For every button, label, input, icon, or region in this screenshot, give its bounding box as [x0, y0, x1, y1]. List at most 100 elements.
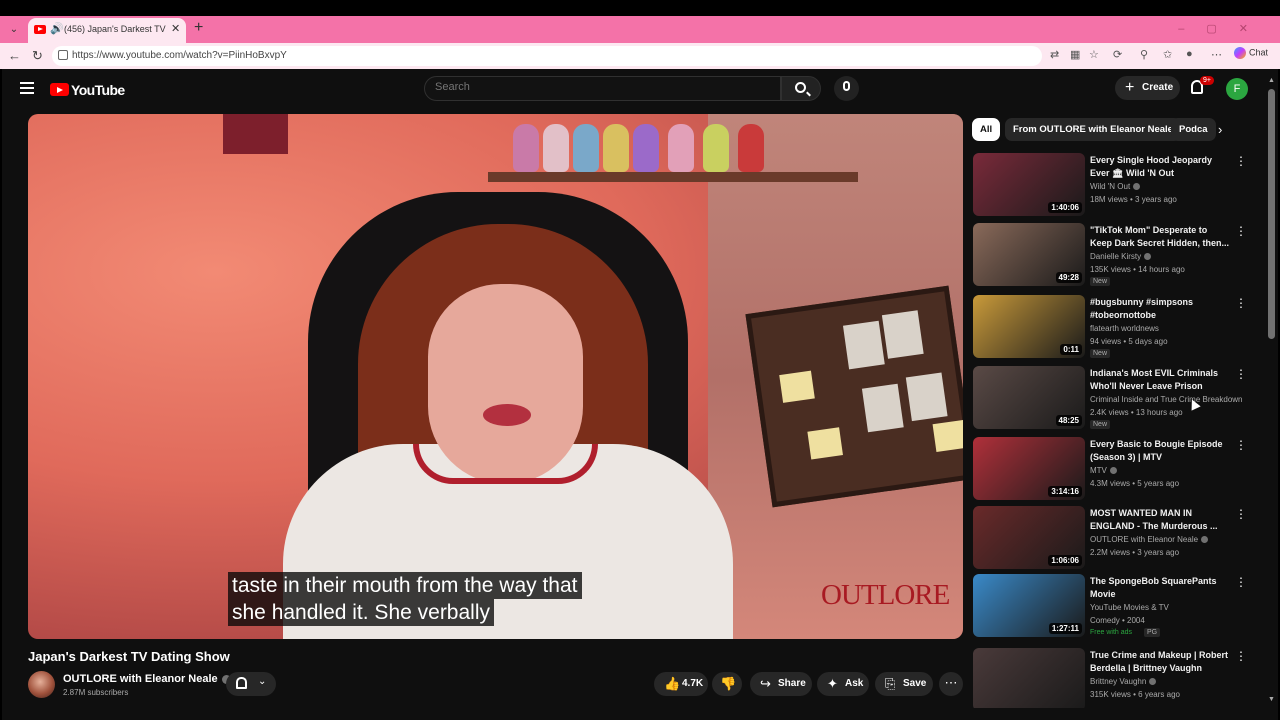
audio-playing-icon[interactable]: 🔊 [50, 22, 64, 35]
recommendation-channel[interactable]: Brittney Vaughn [1090, 677, 1157, 686]
recommendation-item[interactable]: True Crime and Makeup | Robert Berdella … [973, 648, 1248, 708]
voice-search-button[interactable] [834, 76, 859, 101]
recommendation-channel[interactable]: MTV [1090, 466, 1117, 475]
recommendation-item[interactable]: 48:25 Indiana's Most EVIL Criminals Who'l… [973, 366, 1248, 432]
share-button[interactable]: ↪ Share [750, 672, 812, 696]
verified-check-icon [1109, 467, 1117, 475]
back-arrow-icon[interactable]: ← [8, 48, 21, 63]
browser-tab-active[interactable]: 🔊 (456) Japan's Darkest TV Dati ✕ [28, 18, 186, 43]
more-options-icon[interactable]: ⋮ [1235, 576, 1247, 588]
dislike-button[interactable]: 👎 [712, 672, 742, 696]
recommendation-title[interactable]: "TikTok Mom" Desperate to Keep Dark Secr… [1090, 224, 1230, 250]
more-options-icon[interactable]: ⋮ [1235, 368, 1247, 380]
ask-button[interactable]: ✦ Ask [817, 672, 869, 696]
search-input[interactable] [435, 81, 765, 93]
recommendation-item[interactable]: 1:27:11 The SpongeBob SquarePants Movie Yo… [973, 574, 1248, 640]
video-thumbnail[interactable]: 3:14:16 [973, 437, 1085, 500]
more-options-icon[interactable]: ⋮ [1235, 225, 1247, 237]
recommendation-item[interactable]: 3:14:16 Every Basic to Bougie Episode (Se… [973, 437, 1248, 503]
site-info-icon[interactable] [58, 50, 68, 60]
channel-text: flatearth worldnews [1090, 324, 1159, 333]
duration-badge: 0:11 [1060, 344, 1082, 355]
favorites-icon[interactable]: ✩ [1163, 48, 1172, 61]
recommendation-title[interactable]: The SpongeBob SquarePants Movie [1090, 575, 1230, 601]
channel-name-link[interactable]: OUTLORE with Eleanor Neale [63, 673, 231, 685]
recommendation-channel[interactable]: OUTLORE with Eleanor Neale [1090, 535, 1209, 544]
chip-podcasts[interactable]: Podca [1171, 118, 1216, 141]
duration-badge: 3:14:16 [1048, 486, 1082, 497]
recommendation-channel[interactable]: Wild 'N Out [1090, 182, 1141, 191]
more-options-icon[interactable]: ⋮ [1235, 297, 1247, 309]
recommendation-title[interactable]: MOST WANTED MAN IN ENGLAND - The Murdero… [1090, 507, 1230, 533]
menu-icon[interactable] [20, 82, 34, 97]
recommendation-title[interactable]: Indiana's Most EVIL Criminals Who'll Nev… [1090, 367, 1230, 393]
screen-top-strip [0, 0, 1280, 16]
account-avatar[interactable]: F [1226, 78, 1248, 100]
chevron-right-icon[interactable]: › [1218, 122, 1222, 137]
video-player[interactable]: OUTLORE taste in their mouth from the wa… [28, 114, 963, 639]
recommendation-title[interactable]: #bugsbunny #simpsons #tobeornottobe [1090, 296, 1230, 322]
channel-name: OUTLORE with Eleanor Neale [63, 673, 218, 685]
like-button[interactable]: 👍 4.7K [654, 672, 708, 696]
youtube-logo[interactable]: YouTube [50, 81, 125, 99]
recommendation-meta: 315K views • 6 years ago [1090, 690, 1180, 699]
video-frame-photo [842, 320, 885, 370]
verified-check-icon [1149, 678, 1157, 686]
chip-all[interactable]: All [972, 118, 1001, 141]
page-scrollbar[interactable]: ▲ ▼ [1268, 77, 1275, 705]
reload-icon[interactable]: ↻ [32, 48, 43, 64]
new-tab-button[interactable]: + [194, 19, 203, 37]
browser-menu-icon[interactable]: ⋯ [1211, 48, 1222, 61]
copilot-chat-button[interactable]: Chat [1234, 47, 1268, 59]
video-thumbnail[interactable]: 0:11 [973, 295, 1085, 358]
save-button[interactable]: ⎘ Save [875, 672, 933, 696]
more-options-icon[interactable]: ⋮ [1235, 650, 1247, 662]
microphone-icon [843, 81, 850, 91]
more-options-icon[interactable]: ⋮ [1235, 508, 1247, 520]
search-box[interactable] [424, 76, 781, 101]
profile-icon[interactable]: ● [1186, 48, 1193, 60]
recommendation-title[interactable]: Every Basic to Bougie Episode (Season 3)… [1090, 438, 1230, 464]
refresh-ext-icon[interactable]: ⟳ [1113, 48, 1122, 61]
recommendation-item[interactable]: 1:40:06 Every Single Hood Jeopardy Ever 🏛… [973, 153, 1248, 219]
video-thumbnail[interactable]: 48:25 [973, 366, 1085, 429]
create-button[interactable]: + Create [1115, 76, 1180, 100]
channel-text: Brittney Vaughn [1090, 677, 1147, 686]
video-thumbnail[interactable]: 1:27:11 [973, 574, 1085, 637]
extensions-icon[interactable]: ⚲ [1140, 48, 1148, 61]
url-field[interactable]: https://www.youtube.com/watch?v=PiinHoBx… [52, 46, 1042, 66]
subscribed-notifications-button[interactable]: ⌄ [226, 672, 276, 696]
recommendation-channel[interactable]: Danielle Kirsty [1090, 252, 1152, 261]
more-options-icon[interactable]: ⋮ [1235, 439, 1247, 451]
scrollbar-thumb[interactable] [1268, 89, 1275, 339]
more-actions-icon[interactable]: ⋯ [939, 672, 963, 696]
window-controls[interactable]: –▢✕ [1178, 22, 1270, 35]
scroll-down-icon[interactable]: ▼ [1268, 696, 1275, 703]
recommendation-channel[interactable]: Criminal Inside and True Crime Breakdown [1090, 395, 1243, 404]
recommendation-channel[interactable]: YouTube Movies & TV [1090, 603, 1169, 612]
video-thumbnail[interactable]: 1:40:06 [973, 153, 1085, 216]
app-icon[interactable]: ▦ [1070, 48, 1080, 61]
favorite-star-icon[interactable]: ☆ [1089, 48, 1099, 61]
more-options-icon[interactable]: ⋮ [1235, 155, 1247, 167]
chip-from-channel[interactable]: From OUTLORE with Eleanor Neale [1005, 118, 1181, 141]
channel-avatar[interactable] [28, 671, 55, 698]
video-thumbnail[interactable]: 1:06:06 [973, 506, 1085, 569]
video-frame-note [932, 419, 963, 452]
video-thumbnail[interactable] [973, 648, 1085, 708]
search-button[interactable] [781, 76, 821, 101]
tab-close-icon[interactable]: ✕ [171, 22, 180, 35]
video-thumbnail[interactable]: 49:28 [973, 223, 1085, 286]
recommendation-item[interactable]: 1:06:06 MOST WANTED MAN IN ENGLAND - The … [973, 506, 1248, 572]
scroll-up-icon[interactable]: ▲ [1268, 77, 1275, 84]
recommendation-item[interactable]: 49:28 "TikTok Mom" Desperate to Keep Dark… [973, 223, 1248, 289]
recommendation-item[interactable]: 0:11 #bugsbunny #simpsons #tobeornottobe f… [973, 295, 1248, 361]
tab-list-chevron-icon[interactable]: ⌄ [5, 21, 23, 39]
recommendation-channel[interactable]: flatearth worldnews [1090, 324, 1159, 333]
thumbs-up-icon: 👍 [664, 676, 681, 691]
duration-badge: 48:25 [1055, 415, 1082, 426]
translate-icon[interactable]: ⇄ [1050, 48, 1059, 61]
recommendation-title[interactable]: Every Single Hood Jeopardy Ever 🏛 Wild '… [1090, 154, 1230, 180]
like-count: 4.7K [682, 678, 704, 689]
recommendation-title[interactable]: True Crime and Makeup | Robert Berdella … [1090, 649, 1230, 675]
